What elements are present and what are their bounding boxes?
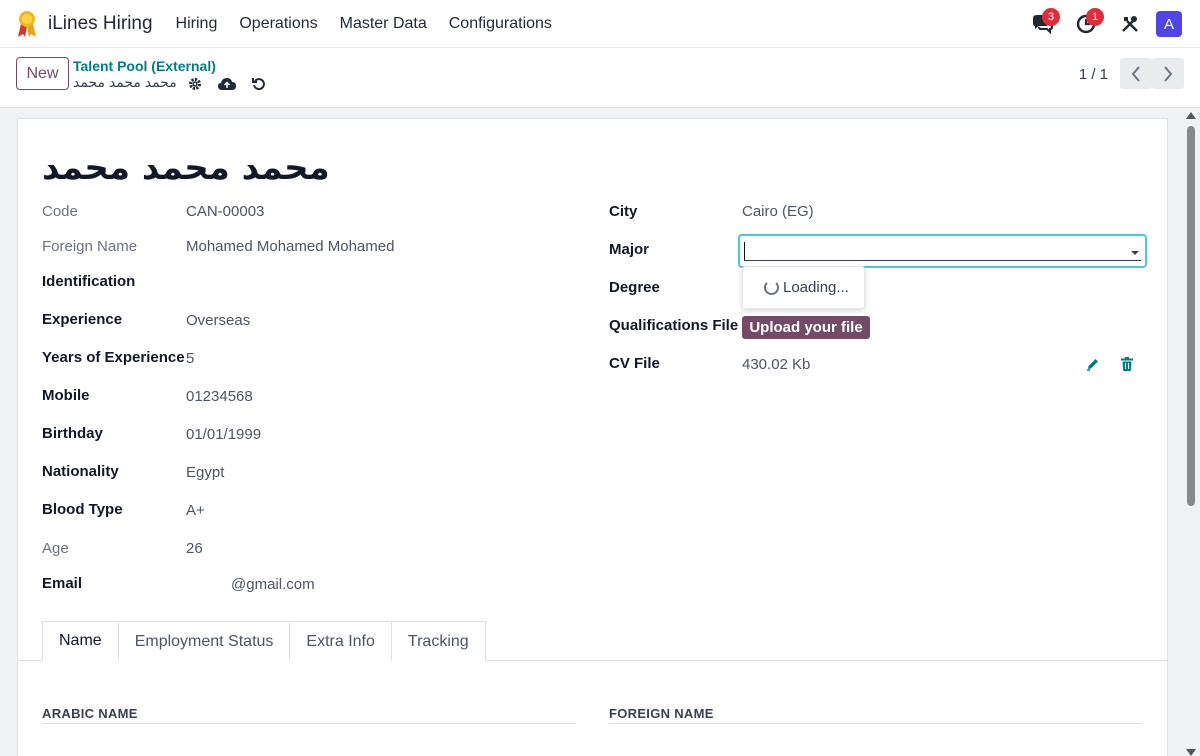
debug-tools-button[interactable] bbox=[1108, 8, 1152, 40]
menu-configurations[interactable]: Configurations bbox=[438, 15, 563, 33]
blood-type-value[interactable]: A+ bbox=[186, 502, 205, 519]
code-label: Code bbox=[42, 203, 78, 220]
city-value[interactable]: Cairo (EG) bbox=[742, 203, 814, 220]
activities-button[interactable]: 1 bbox=[1064, 8, 1108, 40]
birthday-label: Birthday bbox=[42, 425, 103, 442]
menu-hiring[interactable]: Hiring bbox=[165, 15, 229, 33]
mobile-value[interactable]: 01234568 bbox=[186, 388, 253, 405]
mobile-label: Mobile bbox=[42, 387, 90, 404]
new-button[interactable]: New bbox=[16, 57, 69, 90]
birthday-value[interactable]: 01/01/1999 bbox=[186, 426, 261, 443]
nationality-label: Nationality bbox=[42, 463, 119, 480]
blood-type-label: Blood Type bbox=[42, 501, 123, 518]
main-menu: Hiring Operations Master Data Configurat… bbox=[165, 15, 563, 33]
foreign-name-group-title: FOREIGN NAME bbox=[609, 706, 714, 721]
messaging-button[interactable]: 3 bbox=[1020, 8, 1064, 40]
notebook-tabs: Name Employment Status Extra Info Tracki… bbox=[42, 621, 486, 661]
app-name[interactable]: iLines Hiring bbox=[48, 13, 153, 35]
pager-previous-button[interactable] bbox=[1120, 58, 1152, 89]
pager-value[interactable]: 1 / 1 bbox=[1079, 66, 1108, 83]
trash-icon[interactable] bbox=[1118, 355, 1136, 373]
messages-badge: 3 bbox=[1042, 8, 1060, 26]
cloud-save-icon[interactable] bbox=[218, 75, 236, 93]
discard-icon[interactable] bbox=[250, 75, 268, 93]
tab-employment-status[interactable]: Employment Status bbox=[118, 621, 291, 661]
menu-master-data[interactable]: Master Data bbox=[329, 15, 438, 33]
tools-icon bbox=[1122, 16, 1138, 32]
page-scrollbar[interactable] bbox=[1185, 112, 1197, 756]
menu-operations[interactable]: Operations bbox=[228, 15, 328, 33]
chevron-right-icon bbox=[1164, 65, 1173, 82]
activities-badge: 1 bbox=[1086, 8, 1104, 26]
text-cursor bbox=[744, 242, 745, 260]
scroll-thumb[interactable] bbox=[1187, 126, 1195, 506]
major-input[interactable] bbox=[738, 234, 1147, 268]
record-actions bbox=[186, 75, 268, 93]
email-value[interactable]: @gmail.com bbox=[231, 576, 315, 593]
systray: 3 1 A bbox=[1020, 8, 1182, 40]
major-autocomplete-dropdown: Loading... bbox=[742, 266, 865, 309]
qualifications-file-label: Qualifications File bbox=[609, 317, 739, 334]
upload-file-button[interactable]: Upload your file bbox=[742, 316, 870, 339]
city-label: City bbox=[609, 203, 638, 220]
control-panel: New Talent Pool (External) محمد محمد محم… bbox=[0, 48, 1200, 108]
spinner-icon bbox=[764, 280, 779, 295]
caret-down-icon[interactable] bbox=[1131, 251, 1139, 255]
cv-file-label: CV File bbox=[609, 355, 660, 372]
foreign-name-value[interactable]: Mohamed Mohamed Mohamed bbox=[186, 238, 394, 255]
breadcrumb-current: محمد محمد محمد bbox=[73, 74, 177, 90]
breadcrumb-parent[interactable]: Talent Pool (External) bbox=[73, 58, 216, 74]
top-navbar: iLines Hiring Hiring Operations Master D… bbox=[0, 0, 1200, 48]
app-logo-icon[interactable] bbox=[16, 10, 38, 38]
arabic-name-divider bbox=[42, 723, 576, 724]
age-value: 26 bbox=[186, 540, 203, 557]
experience-value[interactable]: Overseas bbox=[186, 312, 250, 329]
gear-icon[interactable] bbox=[186, 75, 204, 93]
foreign-name-divider bbox=[609, 723, 1142, 724]
years-experience-value[interactable]: 5 bbox=[186, 350, 194, 367]
identification-label: Identification bbox=[42, 273, 136, 290]
degree-label: Degree bbox=[609, 279, 660, 296]
nationality-value[interactable]: Egypt bbox=[186, 464, 224, 481]
chevron-left-icon bbox=[1131, 65, 1140, 82]
user-avatar[interactable]: A bbox=[1156, 11, 1182, 37]
scroll-down-arrow[interactable] bbox=[1186, 749, 1196, 756]
tab-name[interactable]: Name bbox=[42, 621, 119, 661]
tab-tracking[interactable]: Tracking bbox=[391, 621, 486, 661]
major-underline bbox=[744, 260, 1141, 261]
tab-extra-info[interactable]: Extra Info bbox=[290, 621, 392, 661]
major-label: Major bbox=[609, 241, 650, 258]
code-value: CAN-00003 bbox=[186, 203, 265, 220]
age-label: Age bbox=[42, 540, 69, 557]
loading-text: Loading... bbox=[783, 279, 849, 296]
scroll-up-arrow[interactable] bbox=[1186, 112, 1196, 119]
record-title[interactable]: محمد محمد محمد bbox=[42, 148, 330, 188]
email-label: Email bbox=[42, 575, 83, 592]
foreign-name-label: Foreign Name bbox=[42, 238, 138, 255]
years-experience-label: Years of Experience bbox=[42, 349, 185, 366]
pager-next-button[interactable] bbox=[1152, 58, 1184, 89]
pencil-icon[interactable] bbox=[1084, 355, 1102, 373]
arabic-name-group-title: ARABIC NAME bbox=[42, 706, 138, 721]
cv-file-value[interactable]: 430.02 Kb bbox=[742, 356, 810, 373]
experience-label: Experience bbox=[42, 311, 123, 328]
